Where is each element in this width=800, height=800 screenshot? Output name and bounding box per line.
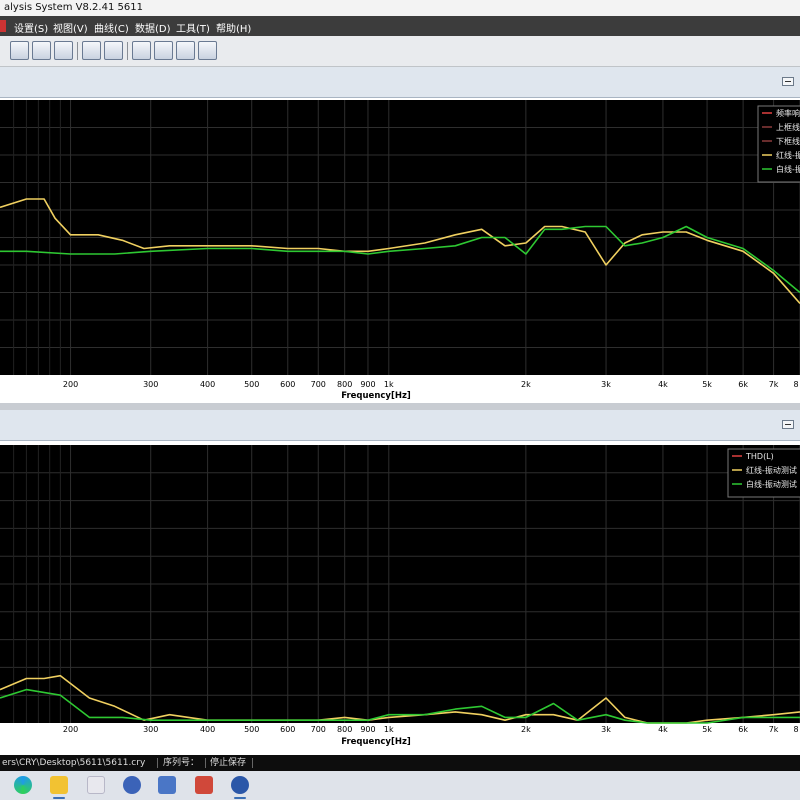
open-file-icon[interactable] [54, 41, 73, 60]
legend-label: THD(L) [745, 452, 774, 461]
ford-app-icon[interactable] [231, 776, 249, 794]
x-tick-label: 6k [738, 380, 748, 389]
new-window-icon[interactable] [132, 41, 151, 60]
x-tick-label: 2k [521, 380, 531, 389]
legend-label: 下框线 [776, 136, 800, 146]
frequency-response-panel: 200 300 400 500 600 700 800 900 1k 2k 3k 4k 5k 6k 7k 8 F… [0, 98, 800, 403]
car-app-icon[interactable] [123, 776, 141, 794]
legend-label: 红线-振动测试 [746, 465, 797, 475]
x-tick-label: 4k [658, 380, 668, 389]
x-tick-label: 6k [738, 725, 748, 734]
x-tick-label: 8 [793, 725, 798, 734]
x-axis-label: Frequency[Hz] [341, 737, 411, 747]
status-separator [205, 758, 206, 768]
menu-app-icon[interactable] [0, 20, 6, 32]
legend-label: 频率响 [776, 108, 800, 118]
x-tick-label: 2k [521, 725, 531, 734]
frequency-response-panel-header [0, 67, 800, 98]
x-tick-label: 7k [769, 380, 779, 389]
serial-label: 序列号： [163, 758, 200, 768]
x-tick-label: 600 [280, 380, 295, 389]
x-tick-label: 900 [360, 380, 375, 389]
active-indicator [234, 797, 246, 799]
analyzer-app-icon[interactable] [195, 776, 213, 794]
thd-panel-header [0, 410, 800, 441]
folder-open-icon[interactable] [82, 41, 101, 60]
x-tick-label: 300 [143, 380, 158, 389]
thd-chart: 200 300 400 500 600 700 800 900 1k 2k 3k 4k 5k 6k 7k 8 F… [0, 445, 800, 747]
x-tick-label: 800 [337, 725, 352, 734]
x-tick-label: 400 [200, 725, 215, 734]
taskbar [0, 771, 800, 800]
x-tick-label: 500 [244, 380, 259, 389]
status-separator [157, 758, 158, 768]
x-tick-label: 3k [601, 380, 611, 389]
x-tick-label: 300 [143, 725, 158, 734]
x-tick-label: 600 [280, 725, 295, 734]
x-tick-label: 1k [384, 725, 394, 734]
x-tick-label: 5k [702, 725, 712, 734]
legend-label: 白线-振动测试 [746, 479, 797, 489]
legend-label: 上框线 [776, 122, 800, 132]
menu-view[interactable]: 视图(V) [53, 20, 88, 35]
frequency-response-chart: 200 300 400 500 600 700 800 900 1k 2k 3k 4k 5k 6k 7k 8 F… [0, 100, 800, 401]
thd-panel: 200 300 400 500 600 700 800 900 1k 2k 3k 4k 5k 6k 7k 8 F… [0, 441, 800, 755]
horizontal-layout-icon[interactable] [176, 41, 195, 60]
x-tick-label: 800 [337, 380, 352, 389]
add-chart-icon[interactable] [154, 41, 173, 60]
toolbar-separator [127, 42, 128, 60]
file-path: ers\CRY\Desktop\5611\5611.cry [2, 758, 146, 768]
legend-label: 白线-振 [776, 164, 800, 174]
building-app-icon[interactable] [158, 776, 176, 794]
menu-help[interactable]: 帮助(H) [216, 20, 251, 35]
toolbar [0, 36, 800, 67]
setup-icon[interactable] [10, 41, 29, 60]
x-tick-label: 400 [200, 380, 215, 389]
menu-curve[interactable]: 曲线(C) [94, 20, 129, 35]
curve-settings-icon[interactable] [32, 41, 51, 60]
menu-data[interactable]: 数据(D) [135, 20, 171, 35]
x-tick-label: 700 [311, 725, 326, 734]
status-bar: ers\CRY\Desktop\5611\5611.cry 序列号： 停止保存 [0, 755, 800, 771]
edge-icon[interactable] [14, 776, 32, 794]
menu-tools[interactable]: 工具(T) [176, 20, 210, 35]
minimize-icon[interactable] [782, 420, 794, 429]
x-tick-label: 7k [769, 725, 779, 734]
x-tick-label: 900 [360, 725, 375, 734]
app-icon[interactable] [87, 776, 105, 794]
window-title: alysis System V8.2.41 5611 [0, 0, 800, 16]
x-tick-label: 4k [658, 725, 668, 734]
x-tick-label: 500 [244, 725, 259, 734]
menu-bar: 设置(S) 视图(V) 曲线(C) 数据(D) 工具(T) 帮助(H) [0, 16, 800, 36]
toolbar-separator [77, 42, 78, 60]
x-tick-label: 8 [793, 380, 798, 389]
save-state: 停止保存 [210, 758, 247, 768]
vertical-layout-icon[interactable] [198, 41, 217, 60]
status-separator [252, 758, 253, 768]
menu-settings[interactable]: 设置(S) [14, 20, 48, 35]
save-icon[interactable] [104, 41, 123, 60]
file-explorer-icon[interactable] [50, 776, 68, 794]
active-indicator [53, 797, 65, 799]
x-tick-label: 200 [63, 380, 78, 389]
x-tick-label: 200 [63, 725, 78, 734]
x-tick-label: 700 [311, 380, 326, 389]
x-axis-label: Frequency[Hz] [341, 391, 411, 401]
legend-label: 红线-振 [776, 150, 800, 160]
x-tick-label: 5k [702, 380, 712, 389]
x-tick-label: 3k [601, 725, 611, 734]
x-tick-label: 1k [384, 380, 394, 389]
minimize-icon[interactable] [782, 77, 794, 86]
